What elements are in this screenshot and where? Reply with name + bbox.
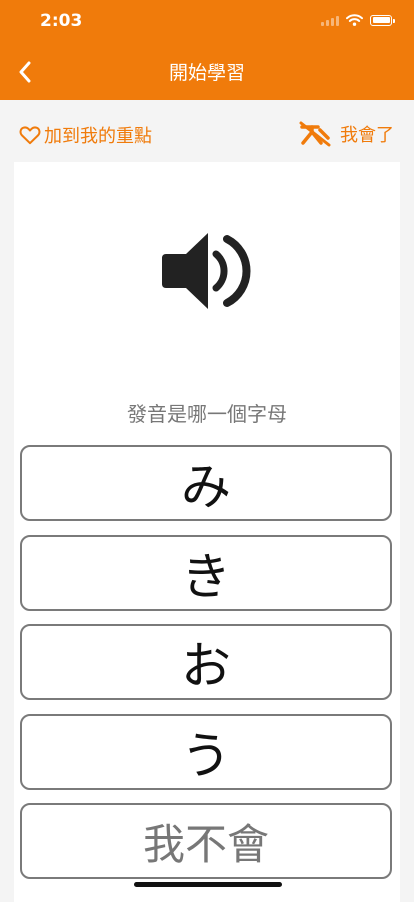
play-audio-button[interactable] — [160, 228, 254, 318]
status-time: 2:03 — [40, 11, 83, 31]
answer-option-3[interactable]: お — [20, 624, 392, 700]
nav-header: 2:03 開始學習 — [0, 0, 414, 100]
status-icons — [321, 14, 395, 26]
mark-known-label: 我會了 — [340, 125, 394, 146]
mark-known-button[interactable]: 我會了 — [299, 119, 394, 149]
answer-option-1[interactable]: み — [20, 445, 392, 521]
question-prompt: 發音是哪一個字母 — [127, 402, 287, 426]
page-title: 開始學習 — [168, 62, 245, 84]
heart-outline-icon — [19, 126, 41, 145]
dont-know-button[interactable]: 我不會 — [20, 803, 392, 879]
add-to-favorites-label: 加到我的重點 — [44, 126, 152, 147]
wifi-icon — [346, 14, 363, 26]
answer-option-4[interactable]: う — [20, 714, 392, 790]
add-to-favorites-button[interactable]: 加到我的重點 — [19, 121, 152, 149]
home-indicator — [134, 882, 282, 887]
battery-icon — [370, 14, 395, 26]
signal-icon — [321, 15, 339, 26]
speaker-icon — [162, 233, 251, 309]
quiz-card: 發音是哪一個字母 み き お う 我不會 — [14, 162, 400, 902]
answer-option-2[interactable]: き — [20, 535, 392, 611]
mastered-icon — [299, 121, 331, 147]
